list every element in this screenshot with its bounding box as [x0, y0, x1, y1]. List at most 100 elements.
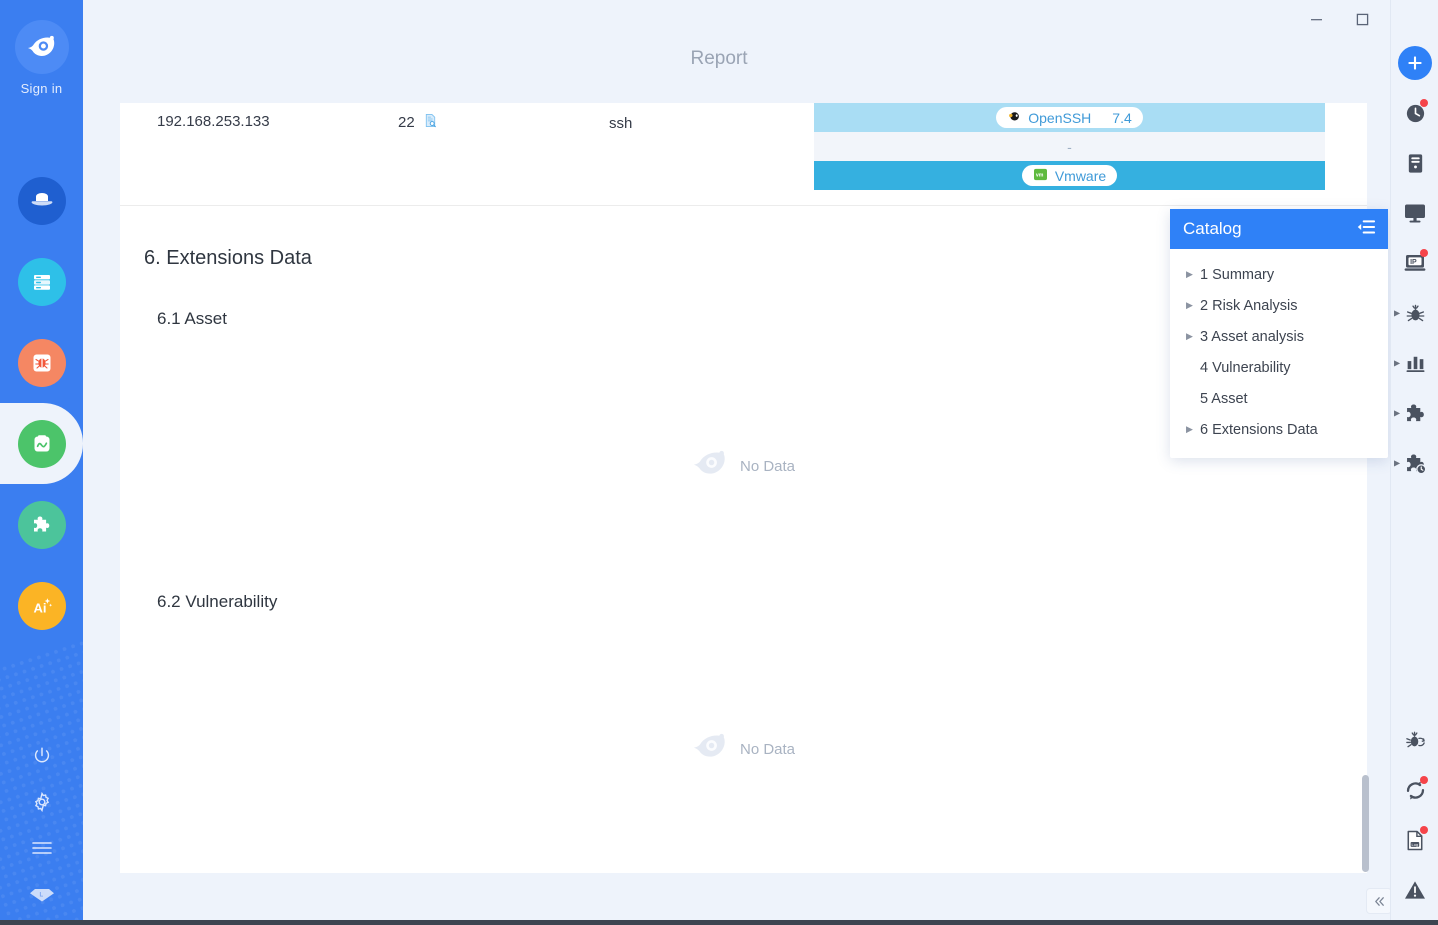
catalog-list: ▶ 1 Summary ▶ 2 Risk Analysis ▶ 3 Asset …: [1170, 249, 1388, 445]
cell-service: ssh: [609, 115, 633, 132]
catalog-item-asset-analysis[interactable]: ▶ 3 Asset analysis: [1170, 321, 1388, 352]
sidebar-nav: Ai: [0, 160, 83, 646]
right-toolbar-bottom: Log: [1391, 715, 1438, 915]
maximize-button[interactable]: Maximize: [1340, 2, 1384, 36]
monitor-icon: [1405, 204, 1425, 223]
svg-text:vm: vm: [1036, 172, 1044, 178]
catalog-item-label: 6 Extensions Data: [1200, 421, 1318, 438]
cell-ip: 192.168.253.133: [157, 113, 270, 130]
toolbar-screen-button[interactable]: [1391, 188, 1438, 238]
table-row: 192.168.253.133 22 ssh OpenSSH 7.4 - vm …: [120, 103, 1367, 206]
chart-icon: [17, 419, 66, 468]
toolbar-add-button[interactable]: [1391, 38, 1438, 88]
diamond-icon[interactable]: L: [27, 879, 57, 909]
catalog-item-risk-analysis[interactable]: ▶ 2 Risk Analysis: [1170, 290, 1388, 321]
cell-port: 22: [398, 113, 438, 132]
notification-badge: [1420, 826, 1428, 834]
notification-badge: [1420, 249, 1428, 257]
notification-badge: [1420, 99, 1428, 107]
sign-in-label[interactable]: Sign in: [21, 81, 63, 96]
bug-icon: [1406, 304, 1424, 321]
no-data-label: No Data: [739, 741, 796, 758]
left-sidebar: Sign in Ai L: [0, 0, 83, 925]
toolbar-ip-button[interactable]: IP: [1391, 238, 1438, 288]
tag-version-openssh: 7.4: [1112, 109, 1132, 126]
toolbar-vulnerability-button[interactable]: ▶: [1391, 288, 1438, 338]
chevron-right-icon: ▶: [1394, 308, 1401, 318]
title-bar: Minimize Maximize Close: [83, 0, 1438, 38]
catalog-item-extensions-data[interactable]: ▶ 6 Extensions Data: [1170, 414, 1388, 445]
toolbar-plugin-button[interactable]: ▶: [1391, 388, 1438, 438]
catalog-item-label: 2 Risk Analysis: [1200, 297, 1298, 314]
puzzle-icon: [17, 500, 66, 549]
server-icon: [17, 257, 66, 306]
bar-chart-icon: [1405, 356, 1425, 373]
vertical-scrollbar[interactable]: [1362, 775, 1369, 872]
document-search-icon[interactable]: [423, 113, 438, 132]
section-heading: 6. Extensions Data: [144, 247, 312, 269]
gear-icon[interactable]: [27, 787, 57, 817]
toolbar-sync-button[interactable]: [1391, 765, 1438, 815]
catalog-item-label: 5 Asset: [1200, 390, 1248, 407]
tag-pill-vmware[interactable]: vm Vmware: [1021, 165, 1118, 186]
cell-tags: OpenSSH 7.4 - vm Vmware: [814, 103, 1325, 190]
catalog-header: Catalog: [1170, 209, 1388, 249]
warning-icon: [1405, 881, 1425, 899]
chevron-right-icon: ▶: [1394, 408, 1401, 418]
tag-pill-openssh[interactable]: OpenSSH 7.4: [996, 107, 1143, 128]
sidebar-item-hat[interactable]: [0, 160, 83, 241]
page-title: Report: [690, 48, 748, 69]
catalog-item-asset[interactable]: ▶ 5 Asset: [1170, 383, 1388, 414]
svg-text:IP: IP: [1410, 259, 1417, 266]
sidebar-item-server[interactable]: [0, 241, 83, 322]
indent-list-icon[interactable]: [1357, 219, 1376, 240]
toolbar-alerts-button[interactable]: [1391, 865, 1438, 915]
no-data-fish-icon: [692, 448, 730, 485]
chevron-right-icon: ▶: [1394, 358, 1401, 368]
catalog-item-label: 4 Vulnerability: [1200, 359, 1291, 376]
catalog-title: Catalog: [1183, 219, 1242, 238]
tag-label-openssh: OpenSSH: [1028, 109, 1092, 126]
catalog-panel: Catalog ▶ 1 Summary ▶ 2 Risk Analysis ▶: [1170, 209, 1388, 458]
sidebar-item-report[interactable]: [0, 373, 83, 514]
catalog-item-label: 3 Asset analysis: [1200, 328, 1304, 345]
toolbar-statistics-button[interactable]: ▶: [1391, 338, 1438, 388]
svg-text:Ai: Ai: [33, 600, 46, 615]
chevron-right-icon: ▶: [1186, 269, 1193, 279]
tag-band-openssh: OpenSSH 7.4: [814, 103, 1325, 132]
power-icon[interactable]: [27, 741, 57, 771]
catalog-item-vulnerability[interactable]: ▶ 4 Vulnerability: [1170, 352, 1388, 383]
subsection-heading-asset: 6.1 Asset: [157, 309, 227, 328]
tag-empty-dash: -: [1067, 138, 1072, 155]
toolbar-history-button[interactable]: [1391, 88, 1438, 138]
no-data-fish-icon: [692, 731, 730, 768]
no-data-label: No Data: [739, 458, 796, 475]
empty-state-vulnerability: No Data: [120, 731, 1367, 768]
port-value: 22: [398, 114, 415, 131]
toolbar-hosts-button[interactable]: [1391, 138, 1438, 188]
subsection-heading-vulnerability: 6.2 Vulnerability: [157, 592, 278, 611]
openssh-icon: [1007, 109, 1021, 126]
svg-text:Log: Log: [1412, 841, 1419, 846]
app-window: Sign in Ai L Report 192.168.253.133 22 s…: [0, 0, 1438, 925]
hat-icon: [17, 176, 66, 225]
notification-badge: [1420, 776, 1428, 784]
sidebar-item-ai[interactable]: Ai: [0, 565, 83, 646]
plus-icon: [1398, 46, 1432, 80]
toolbar-plugin-history-button[interactable]: ▶: [1391, 438, 1438, 488]
puzzle-icon: [1406, 403, 1424, 421]
chevron-right-icon: ▶: [1186, 331, 1193, 341]
puzzle-clock-icon: [1406, 453, 1426, 474]
minimize-button[interactable]: Minimize: [1294, 2, 1338, 36]
catalog-item-label: 1 Summary: [1200, 266, 1275, 283]
ai-icon: Ai: [17, 581, 66, 630]
double-chevron-left-icon[interactable]: [1366, 888, 1392, 914]
chevron-right-icon: ▶: [1394, 458, 1401, 468]
tag-band-vmware: vm Vmware: [814, 161, 1325, 190]
toolbar-exploit-button[interactable]: [1391, 715, 1438, 765]
menu-icon[interactable]: [27, 833, 57, 863]
catalog-item-summary[interactable]: ▶ 1 Summary: [1170, 259, 1388, 290]
tag-label-vmware: Vmware: [1054, 167, 1107, 184]
toolbar-logs-button[interactable]: Log: [1391, 815, 1438, 865]
bug-icon: [17, 338, 66, 387]
